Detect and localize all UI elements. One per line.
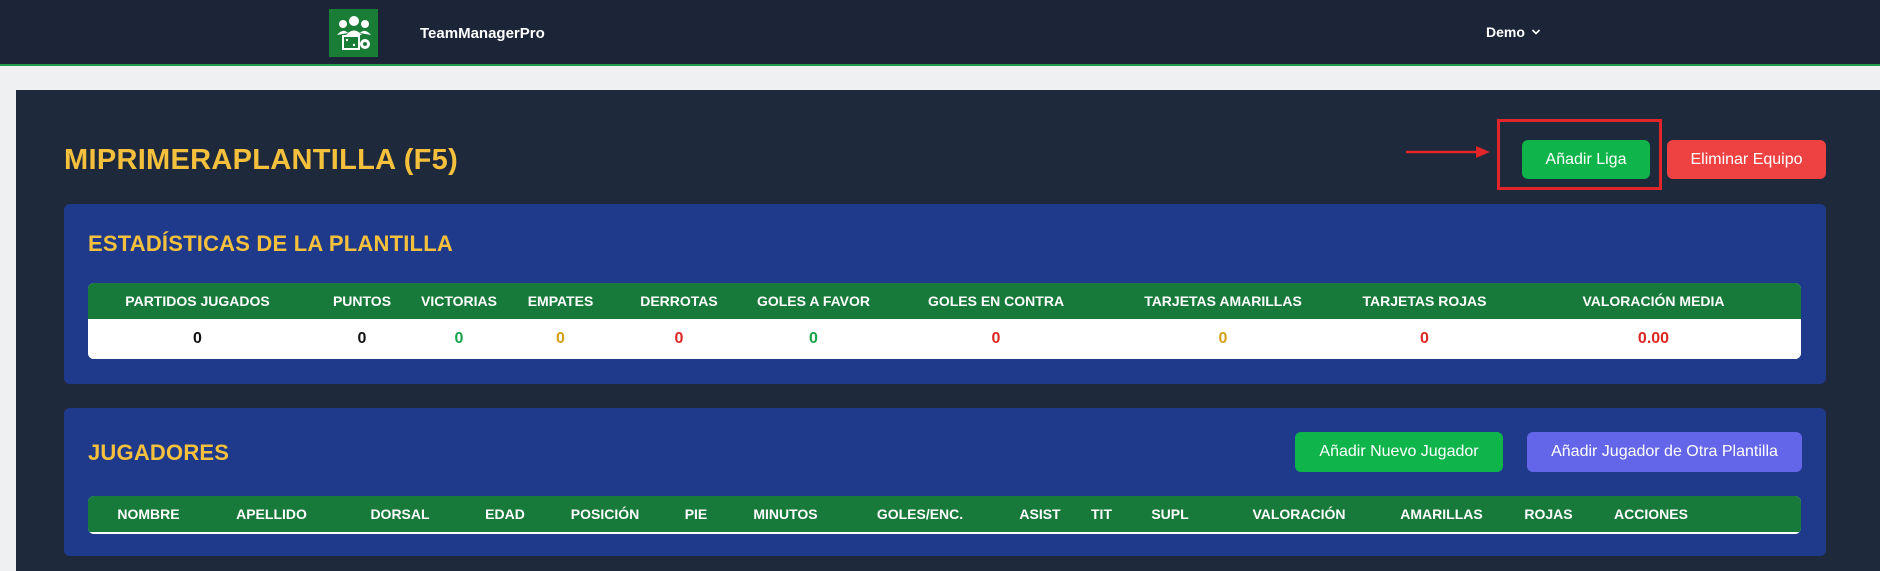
players-column-header[interactable]: ACCIONES: [1590, 506, 1712, 522]
players-column-header[interactable]: PIE: [666, 506, 726, 522]
team-stats-value-row: 0 0 0 0 0 0 0 0 0 0.00: [88, 319, 1801, 359]
players-title: JUGADORES: [88, 440, 230, 465]
stats-column-header: EMPATES: [527, 293, 594, 309]
annotation-arrow-icon: [1406, 146, 1490, 158]
players-column-header[interactable]: APELLIDO: [209, 506, 334, 522]
team-soccer-logo-icon[interactable]: [329, 9, 378, 57]
stats-column-header: TARJETAS AMARILLAS: [1144, 293, 1302, 309]
stats-value: 0: [991, 330, 1001, 347]
players-column-header[interactable]: DORSAL: [334, 506, 466, 522]
players-column-header[interactable]: SUPL: [1118, 506, 1222, 522]
stats-value: 0.00: [1637, 330, 1670, 347]
players-column-header[interactable]: TIT: [1085, 506, 1118, 522]
team-stats-panel: ESTADÍSTICAS DE LA PLANTILLA PARTIDOS JU…: [64, 204, 1826, 384]
stats-value: 0: [357, 330, 367, 347]
stats-value: 0: [454, 330, 464, 347]
navbar: TeamManagerPro Demo: [0, 0, 1880, 66]
stats-value: 0: [556, 330, 565, 347]
players-column-header[interactable]: ASIST: [995, 506, 1085, 522]
stats-column-header: GOLES EN CONTRA: [927, 293, 1065, 309]
players-panel: JUGADORES Añadir Nuevo Jugador Añadir Ju…: [64, 408, 1826, 556]
stats-value: 0: [674, 330, 684, 347]
add-new-player-button[interactable]: Añadir Nuevo Jugador: [1295, 432, 1503, 472]
stats-column-header: GOLES A FAVOR: [756, 293, 871, 309]
players-column-header[interactable]: POSICIÓN: [544, 506, 666, 522]
stats-value: 0: [809, 330, 818, 347]
players-column-header[interactable]: AMARILLAS: [1376, 506, 1507, 522]
stats-column-header: TARJETAS ROJAS: [1362, 293, 1487, 309]
team-stats-title: ESTADÍSTICAS DE LA PLANTILLA: [88, 231, 453, 256]
stats-value: 0: [1420, 330, 1429, 347]
players-column-header[interactable]: NOMBRE: [88, 506, 209, 522]
players-column-header[interactable]: ROJAS: [1507, 506, 1590, 522]
user-menu[interactable]: Demo: [1486, 24, 1541, 40]
players-header-row: NOMBRE APELLIDO DORSAL EDAD POSICIÓN PIE MINUT…: [88, 496, 1801, 532]
add-league-button[interactable]: Añadir Liga: [1522, 140, 1650, 179]
team-title: MIPRIMERAPLANTILLA (F5): [64, 144, 459, 176]
players-column-header[interactable]: MINUTOS: [726, 506, 845, 522]
players-column-header[interactable]: GOLES/ENC.: [845, 506, 995, 522]
delete-team-button[interactable]: Eliminar Equipo: [1667, 140, 1826, 179]
team-stats-header-row: PARTIDOS JUGADOS PUNTOS VICTORIAS EMPATES DE…: [88, 283, 1801, 319]
stats-column-header: VALORACIÓN MEDIA: [1582, 293, 1725, 309]
players-table: NOMBRE APELLIDO DORSAL EDAD POSICIÓN PIE MINUT…: [88, 496, 1801, 534]
user-name: Demo: [1486, 24, 1525, 40]
stats-value: 0: [193, 330, 202, 347]
stats-column-header: DERROTAS: [640, 293, 718, 309]
app-brand-name[interactable]: TeamManagerPro: [420, 25, 545, 42]
stats-value: 0: [1218, 330, 1228, 347]
stats-column-header: VICTORIAS: [421, 293, 497, 309]
stats-column-header: PUNTOS: [332, 293, 392, 309]
chevron-down-icon: [1531, 29, 1540, 35]
add-player-from-other-team-button[interactable]: Añadir Jugador de Otra Plantilla: [1527, 432, 1802, 472]
players-column-header[interactable]: EDAD: [466, 506, 544, 522]
players-column-header[interactable]: VALORACIÓN: [1222, 506, 1376, 522]
stats-column-header: PARTIDOS JUGADOS: [125, 293, 270, 309]
team-stats-table: PARTIDOS JUGADOS PUNTOS VICTORIAS EMPATES DE…: [88, 283, 1801, 359]
